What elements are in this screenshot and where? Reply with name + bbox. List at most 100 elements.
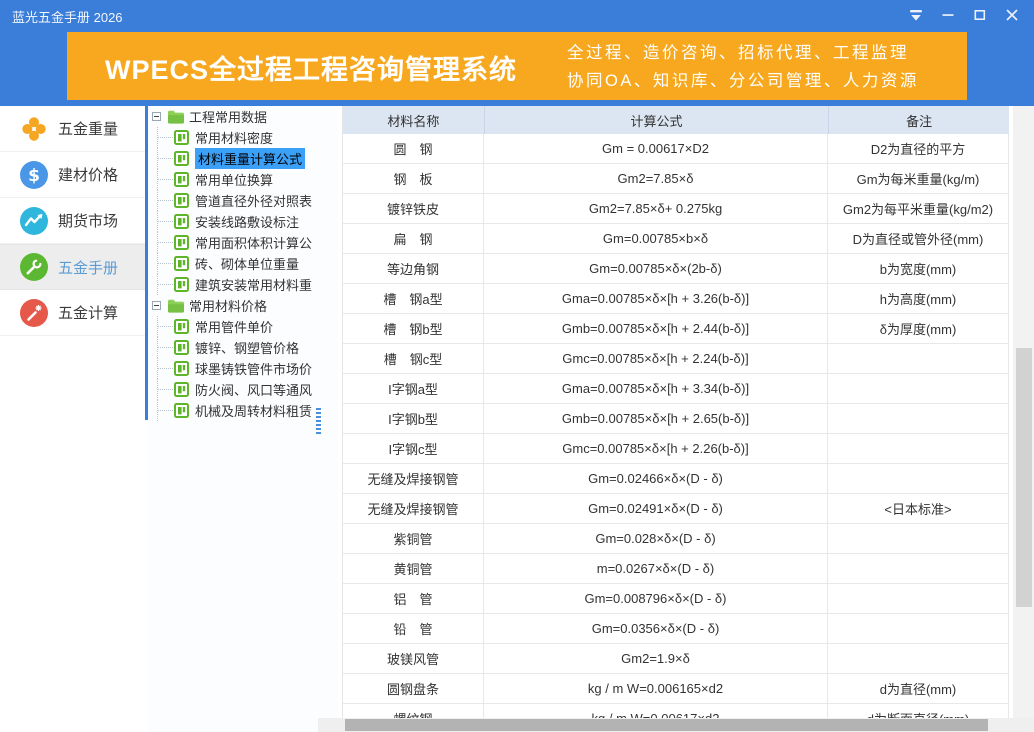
table-row[interactable]: 铝 管Gm=0.008796×δ×(D - δ): [343, 584, 1009, 614]
remark-cell: [828, 464, 1009, 493]
maximize-button[interactable]: [964, 0, 996, 30]
formula-cell: Gm2=7.85×δ: [484, 164, 828, 193]
material-name-cell: 无缝及焊接钢管: [343, 494, 484, 523]
material-name-cell: I字钢a型: [343, 374, 484, 403]
formula-cell: Gm2=7.85×δ+ 0.275kg: [484, 194, 828, 223]
sidebar-item-material-price[interactable]: $建材价格: [0, 152, 145, 198]
material-name-cell: I字钢b型: [343, 404, 484, 433]
table-row[interactable]: I字钢c型Gmc=0.00785×δ×[h + 2.26(b-δ)]: [343, 434, 1009, 464]
skin-icon[interactable]: [900, 0, 932, 30]
table-row[interactable]: 玻镁风管Gm2=1.9×δ: [343, 644, 1009, 674]
table-row[interactable]: 槽 钢a型Gma=0.00785×δ×[h + 3.26(b-δ)]h为高度(m…: [343, 284, 1009, 314]
tree-item[interactable]: 常用材料密度: [148, 127, 338, 148]
document-icon: [174, 319, 189, 334]
tree-item-label: 安装线路敷设标注: [195, 212, 299, 231]
tree-item[interactable]: 管道直径外径对照表: [148, 190, 338, 211]
remark-cell: [828, 554, 1009, 583]
tree-item-label: 常用面积体积计算公: [195, 233, 312, 252]
remark-cell: [828, 374, 1009, 403]
vertical-scrollbar-thumb[interactable]: [1016, 348, 1032, 607]
tree-item[interactable]: 球墨铸铁管件市场价: [148, 358, 338, 379]
table-row[interactable]: 螺纹钢kg / m W=0.00617×d2d为断面直径(mm): [343, 704, 1009, 718]
remark-cell: [828, 344, 1009, 373]
document-icon: [174, 172, 189, 187]
formula-cell: Gm=0.00785×b×δ: [484, 224, 828, 253]
document-icon: [174, 130, 189, 145]
tree-scrollbar-thumb[interactable]: [316, 408, 321, 434]
document-icon: [174, 403, 189, 418]
tree-item[interactable]: 机械及周转材料租赁: [148, 400, 338, 421]
sidebar-item-hardware-manual[interactable]: 五金手册: [0, 244, 145, 290]
tree-item-label: 材料重量计算公式: [195, 148, 305, 169]
tree-item-label: 镀锌、钢塑管价格: [195, 338, 299, 357]
sidebar-item-hardware-calc[interactable]: 五金计算: [0, 290, 145, 336]
remark-cell: [828, 614, 1009, 643]
tree-item[interactable]: 镀锌、钢塑管价格: [148, 337, 338, 358]
minimize-button[interactable]: [932, 0, 964, 30]
sidebar: 五金重量 $建材价格 期货市场 五金手册 五金计算: [0, 106, 145, 732]
formula-cell: Gm=0.02466×δ×(D - δ): [484, 464, 828, 493]
banner-tagline-2: 协同OA、知识库、分公司管理、人力资源: [567, 67, 919, 95]
horizontal-scrollbar-thumb[interactable]: [345, 719, 988, 731]
tree-folder[interactable]: 工程常用数据: [148, 106, 338, 127]
remark-cell: [828, 434, 1009, 463]
material-name-cell: 钢 板: [343, 164, 484, 193]
tree-item[interactable]: 建筑安装常用材料重: [148, 274, 338, 295]
table-row[interactable]: I字钢b型Gmb=0.00785×δ×[h + 2.65(b-δ)]: [343, 404, 1009, 434]
remark-cell: [828, 404, 1009, 433]
table-row[interactable]: 钢 板Gm2=7.85×δGm为每米重量(kg/m): [343, 164, 1009, 194]
table-row[interactable]: 等边角钢Gm=0.00785×δ×(2b-δ)b为宽度(mm): [343, 254, 1009, 284]
tree-item[interactable]: 常用面积体积计算公: [148, 232, 338, 253]
table-row[interactable]: 镀锌铁皮Gm2=7.85×δ+ 0.275kgGm2为每平米重量(kg/m2): [343, 194, 1009, 224]
formula-cell: Gma=0.00785×δ×[h + 3.26(b-δ)]: [484, 284, 828, 313]
table-row[interactable]: 槽 钢b型Gmb=0.00785×δ×[h + 2.44(b-δ)]δ为厚度(m…: [343, 314, 1009, 344]
collapse-toggle-icon[interactable]: [152, 112, 161, 121]
tree-panel: 工程常用数据 常用材料密度 材料重量计算公式 常用单位换算 管道直径外径对照表 …: [148, 106, 338, 732]
tree-item[interactable]: 常用管件单价: [148, 316, 338, 337]
banner-tagline-1: 全过程、造价咨询、招标代理、工程监理: [567, 39, 919, 67]
tree-item-label: 常用管件单价: [195, 317, 273, 336]
formula-cell: kg / m W=0.00617×d2: [484, 704, 828, 718]
table-body: 圆 钢Gm = 0.00617×D2D2为直径的平方钢 板Gm2=7.85×δG…: [343, 134, 1009, 718]
tree-item-label: 球墨铸铁管件市场价: [195, 359, 312, 378]
formula-cell: kg / m W=0.006165×d2: [484, 674, 828, 703]
table-row[interactable]: 黄铜管m=0.0267×δ×(D - δ): [343, 554, 1009, 584]
tree-item-label: 管道直径外径对照表: [195, 191, 312, 210]
close-button[interactable]: [996, 0, 1028, 30]
table-row[interactable]: 圆钢盘条kg / m W=0.006165×d2d为直径(mm): [343, 674, 1009, 704]
table-row[interactable]: 紫铜管Gm=0.028×δ×(D - δ): [343, 524, 1009, 554]
table-row[interactable]: 圆 钢Gm = 0.00617×D2D2为直径的平方: [343, 134, 1009, 164]
material-name-cell: 螺纹钢: [343, 704, 484, 718]
tree-item[interactable]: 防火阀、风口等通风: [148, 379, 338, 400]
sidebar-item-label: 期货市场: [58, 210, 118, 231]
table-row[interactable]: I字钢a型Gma=0.00785×δ×[h + 3.34(b-δ)]: [343, 374, 1009, 404]
vertical-scrollbar[interactable]: [1013, 106, 1034, 718]
titlebar: 蓝光五金手册 2026: [0, 0, 1034, 30]
document-icon: [174, 256, 189, 271]
horizontal-scrollbar[interactable]: [318, 718, 1034, 732]
tree-item-label: 常用材料密度: [195, 128, 273, 147]
table-row[interactable]: 扁 钢Gm=0.00785×b×δD为直径或管外径(mm): [343, 224, 1009, 254]
formula-cell: Gmc=0.00785×δ×[h + 2.26(b-δ)]: [484, 434, 828, 463]
tree-item[interactable]: 常用单位换算: [148, 169, 338, 190]
formula-cell: Gmb=0.00785×δ×[h + 2.44(b-δ)]: [484, 314, 828, 343]
table-row[interactable]: 无缝及焊接钢管Gm=0.02491×δ×(D - δ)<日本标准>: [343, 494, 1009, 524]
table-row[interactable]: 无缝及焊接钢管Gm=0.02466×δ×(D - δ): [343, 464, 1009, 494]
formula-cell: Gm=0.00785×δ×(2b-δ): [484, 254, 828, 283]
tree-folder[interactable]: 常用材料价格: [148, 295, 338, 316]
tree-item[interactable]: 材料重量计算公式: [148, 148, 338, 169]
tree-item[interactable]: 安装线路敷设标注: [148, 211, 338, 232]
window-title: 蓝光五金手册 2026: [12, 7, 123, 26]
collapse-toggle-icon[interactable]: [152, 301, 161, 310]
table-row[interactable]: 铅 管Gm=0.0356×δ×(D - δ): [343, 614, 1009, 644]
formula-cell: Gma=0.00785×δ×[h + 3.34(b-δ)]: [484, 374, 828, 403]
sidebar-item-hardware-weight[interactable]: 五金重量: [0, 106, 145, 152]
wrench-icon: [19, 252, 49, 282]
formula-cell: Gm=0.02491×δ×(D - δ): [484, 494, 828, 523]
tree-item-label: 机械及周转材料租赁: [195, 401, 312, 420]
tree-item[interactable]: 砖、砌体单位重量: [148, 253, 338, 274]
table-row[interactable]: 槽 钢c型Gmc=0.00785×δ×[h + 2.24(b-δ)]: [343, 344, 1009, 374]
sidebar-item-futures-market[interactable]: 期货市场: [0, 198, 145, 244]
material-name-cell: 槽 钢b型: [343, 314, 484, 343]
remark-cell: b为宽度(mm): [828, 254, 1009, 283]
